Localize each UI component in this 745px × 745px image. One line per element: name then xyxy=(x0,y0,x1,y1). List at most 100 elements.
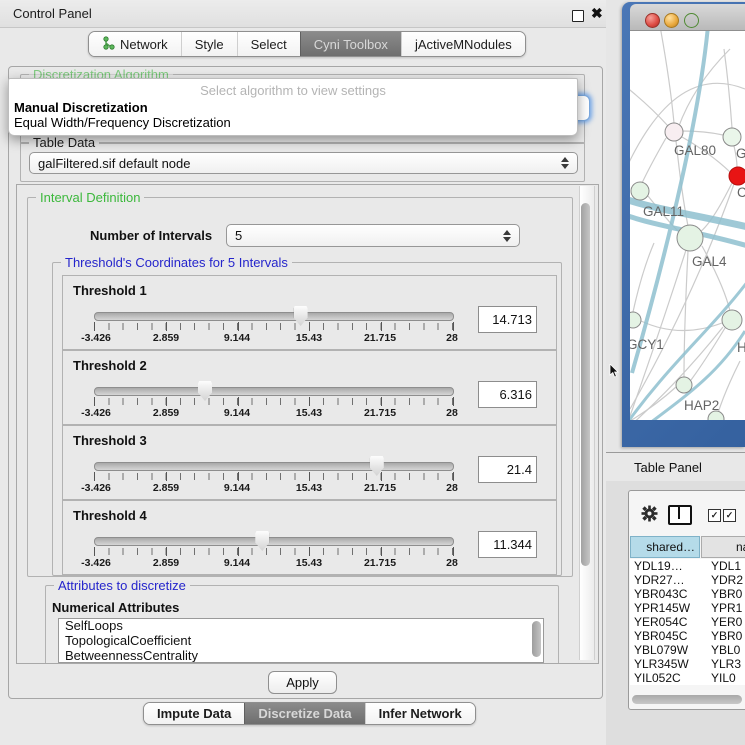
node-label-partial-h: H xyxy=(737,340,745,355)
control-panel-titlebar: Control Panel xyxy=(0,0,620,28)
node-gcy1[interactable] xyxy=(630,312,641,328)
panel-scrollbar-thumb[interactable] xyxy=(581,203,590,566)
tab-select[interactable]: Select xyxy=(237,32,300,56)
columns-icon[interactable] xyxy=(668,505,692,525)
node-gal11[interactable] xyxy=(631,182,649,200)
table-row[interactable]: YPR145WYPR1 xyxy=(630,601,745,615)
table-row[interactable]: YBR045CYBR0 xyxy=(630,629,745,643)
tab-cyni-toolbox[interactable]: Cyni Toolbox xyxy=(300,32,401,56)
slider-track[interactable] xyxy=(94,312,454,321)
num-intervals-value: 5 xyxy=(235,228,242,243)
slider-track[interactable] xyxy=(94,537,454,546)
table-data-group: Table Data galFiltered.sif default node xyxy=(20,142,585,182)
node-hap2[interactable] xyxy=(676,377,692,393)
table-row[interactable]: YIL052CYIL0 xyxy=(630,671,745,685)
cyni-bottom-tabs: Impute Data Discretize Data Infer Networ… xyxy=(143,702,476,725)
thresholds-group: Threshold's Coordinates for 5 Intervals … xyxy=(52,262,562,576)
node-top-right[interactable] xyxy=(723,128,741,146)
node-h[interactable] xyxy=(722,310,742,330)
tab-discretize-data[interactable]: Discretize Data xyxy=(244,703,364,724)
network-canvas[interactable]: GAL80 GA C GAL11 GAL4 GCY1 H HAP2 xyxy=(630,31,745,420)
threshold-panel-1: Threshold 1 -3.426 2.859 9.144 15.43 21.… xyxy=(62,275,557,350)
threshold-3-value[interactable]: 21.4 xyxy=(478,456,537,483)
attributes-group: Attributes to discretize Numerical Attri… xyxy=(45,585,559,664)
node-label-partial-c: C xyxy=(737,185,745,200)
thresholds-group-title: Threshold's Coordinates for 5 Intervals xyxy=(61,255,292,270)
spinner-arrows-icon xyxy=(503,230,511,242)
close-traffic-light-icon[interactable] xyxy=(645,13,660,28)
close-icon[interactable]: ✖ xyxy=(591,5,603,22)
algorithm-dropdown-popup: Select algorithm to view settings Manual… xyxy=(8,78,578,136)
node-gal80[interactable] xyxy=(665,123,683,141)
table-panel-header: Table Panel xyxy=(606,452,745,483)
tab-impute-data[interactable]: Impute Data xyxy=(144,703,244,724)
node-label-partial-ga: GA xyxy=(736,146,745,161)
slider-track[interactable] xyxy=(94,387,454,396)
threshold-2-label: Threshold 2 xyxy=(73,358,147,373)
node-gal4[interactable] xyxy=(677,225,703,251)
node-label-gal11: GAL11 xyxy=(643,204,684,219)
tab-network-label: Network xyxy=(120,37,168,52)
table-row[interactable]: YDL19…YDL1 xyxy=(630,559,745,573)
threshold-4-value[interactable]: 11.344 xyxy=(478,531,537,558)
float-window-icon[interactable] xyxy=(572,10,584,22)
dropdown-prompt: Select algorithm to view settings xyxy=(9,83,577,98)
tab-infer-network[interactable]: Infer Network xyxy=(365,703,475,724)
slider-track[interactable] xyxy=(94,462,454,471)
node-label-gcy1: GCY1 xyxy=(630,337,664,352)
tab-style[interactable]: Style xyxy=(181,32,237,56)
numerical-attributes-list[interactable]: SelfLoops TopologicalCoefficient Between… xyxy=(58,618,544,663)
table-row[interactable]: YER054CYER0 xyxy=(630,615,745,629)
threshold-3-label: Threshold 3 xyxy=(73,433,147,448)
interval-definition-title: Interval Definition xyxy=(36,190,144,205)
list-item[interactable]: TopologicalCoefficient xyxy=(59,634,543,649)
numerical-attributes-heading: Numerical Attributes xyxy=(52,600,179,615)
dropdown-option-equal-width[interactable]: Equal Width/Frequency Discretization xyxy=(14,115,231,130)
gear-icon[interactable] xyxy=(641,505,658,527)
checkbox-icon[interactable]: ✓ xyxy=(708,509,721,522)
list-item[interactable]: SelfLoops xyxy=(59,619,543,634)
node-label-gal80: GAL80 xyxy=(674,143,716,158)
control-panel-tabs: Network Style Select Cyni Toolbox jActiv… xyxy=(88,31,526,57)
threshold-2-value[interactable]: 6.316 xyxy=(478,381,537,408)
num-intervals-spinner[interactable]: 5 xyxy=(226,224,520,247)
attributes-group-title: Attributes to discretize xyxy=(54,578,190,593)
network-window-titlebar[interactable] xyxy=(630,4,745,31)
node-label-hap2: HAP2 xyxy=(684,398,719,413)
apply-button[interactable]: Apply xyxy=(268,671,337,694)
mouse-cursor xyxy=(609,364,621,378)
zoom-traffic-light-icon[interactable] xyxy=(684,13,699,28)
combo-arrows-icon xyxy=(561,157,569,169)
column-header-name[interactable]: na xyxy=(701,536,745,558)
network-icon xyxy=(102,36,115,53)
threshold-4-label: Threshold 4 xyxy=(73,508,147,523)
table-row[interactable]: YBL079WYBL0 xyxy=(630,643,745,657)
panel-title: Control Panel xyxy=(13,6,92,21)
num-intervals-label: Number of Intervals xyxy=(90,228,212,243)
table-row[interactable]: YLR345WYLR3 xyxy=(630,657,745,671)
tab-jactivemnodules[interactable]: jActiveMNodules xyxy=(401,32,525,56)
table-data-combo-value: galFiltered.sif default node xyxy=(38,156,190,171)
node-red-selected[interactable] xyxy=(729,167,745,185)
minimize-traffic-light-icon[interactable] xyxy=(664,13,679,28)
node-table-window: ✓ ✓ shared… na YDL19…YDL1 YDR27…YDR2 YBR… xyxy=(628,490,745,710)
dropdown-option-manual[interactable]: Manual Discretization xyxy=(14,100,148,115)
table-hscrollbar-thumb[interactable] xyxy=(632,695,742,704)
table-data-combo[interactable]: galFiltered.sif default node xyxy=(29,152,578,174)
column-header-shared-name[interactable]: shared… xyxy=(630,536,700,558)
table-row[interactable]: YBR043CYBR0 xyxy=(630,587,745,601)
threshold-panel-2: Threshold 2 -3.426 2.859 9.144 15.43 21.… xyxy=(62,350,557,425)
tab-network[interactable]: Network xyxy=(89,32,181,56)
threshold-1-value[interactable]: 14.713 xyxy=(478,306,537,333)
threshold-panel-4: Threshold 4 -3.426 2.859 9.144 15.43 21.… xyxy=(62,500,557,575)
slider-ticks xyxy=(94,548,453,555)
table-panel-title: Table Panel xyxy=(634,460,702,475)
slider-ticks xyxy=(94,323,453,330)
table-row[interactable]: YDR27…YDR2 xyxy=(630,573,745,587)
interval-definition-group: Interval Definition Number of Intervals … xyxy=(27,197,573,577)
checkbox-icon[interactable]: ✓ xyxy=(723,509,736,522)
list-scrollbar[interactable] xyxy=(532,621,541,657)
node-label-gal4: GAL4 xyxy=(692,254,727,269)
list-item[interactable]: BetweennessCentrality xyxy=(59,649,543,663)
threshold-1-label: Threshold 1 xyxy=(73,283,147,298)
